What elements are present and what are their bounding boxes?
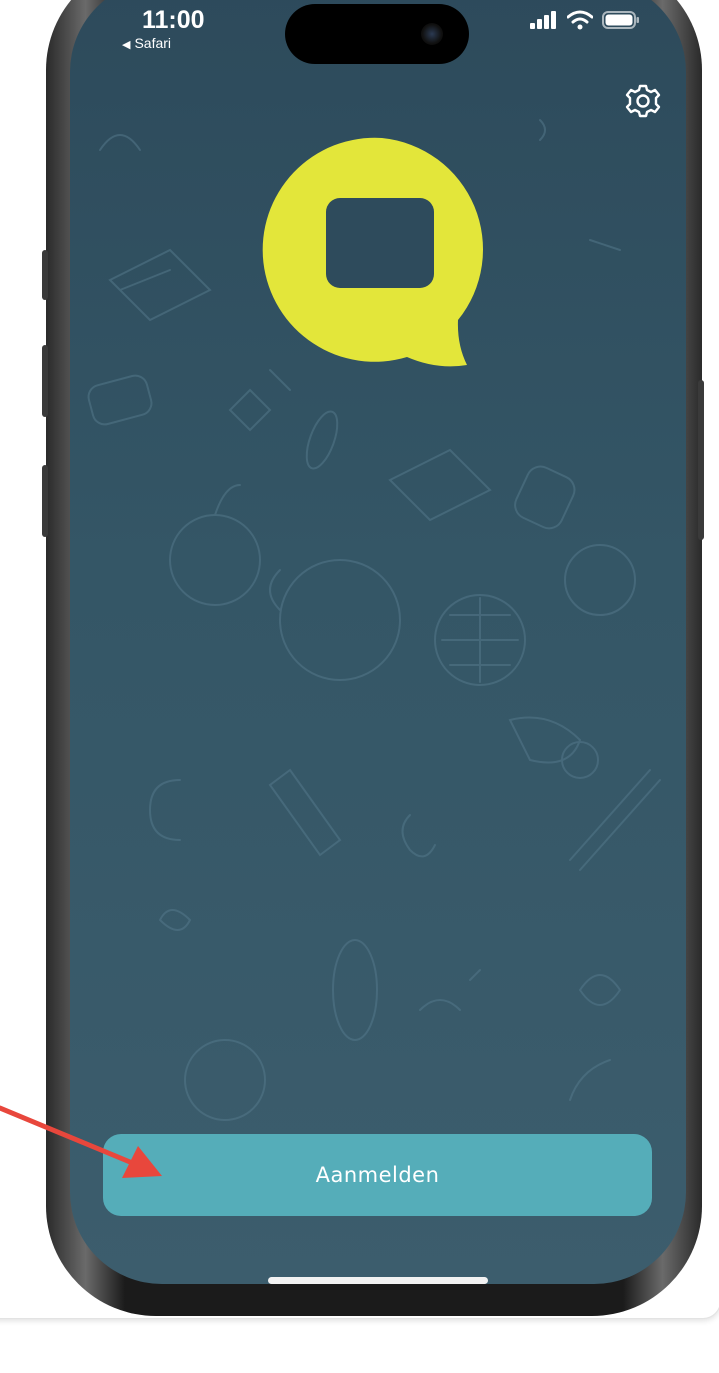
- volume-down-button: [42, 465, 48, 537]
- login-button-label: Aanmelden: [315, 1163, 440, 1187]
- dynamic-island: [285, 4, 469, 64]
- back-arrow-icon: ◀: [122, 39, 131, 51]
- volume-up-button: [42, 345, 48, 417]
- wifi-icon: [567, 10, 593, 30]
- settings-button[interactable]: [622, 80, 664, 122]
- power-button: [698, 380, 704, 540]
- back-app-label: Safari: [134, 35, 172, 51]
- speech-bubble-logo: [262, 137, 484, 367]
- login-button[interactable]: Aanmelden: [103, 1134, 652, 1216]
- cellular-signal-icon: [530, 11, 556, 29]
- status-time: 11:00: [142, 6, 205, 34]
- battery-icon: [602, 11, 639, 29]
- silent-switch: [42, 250, 48, 300]
- home-indicator[interactable]: [268, 1277, 488, 1284]
- front-camera: [421, 23, 443, 45]
- gear-icon: [625, 84, 661, 118]
- app-screen: 11:00 ◀ Safari Aanmelden: [70, 0, 686, 1284]
- annotation-arrow-icon: [0, 1105, 162, 1178]
- status-icons: [530, 8, 640, 32]
- status-bar: 11:00 ◀ Safari: [70, 0, 686, 64]
- back-to-app-link[interactable]: ◀ Safari: [122, 35, 171, 51]
